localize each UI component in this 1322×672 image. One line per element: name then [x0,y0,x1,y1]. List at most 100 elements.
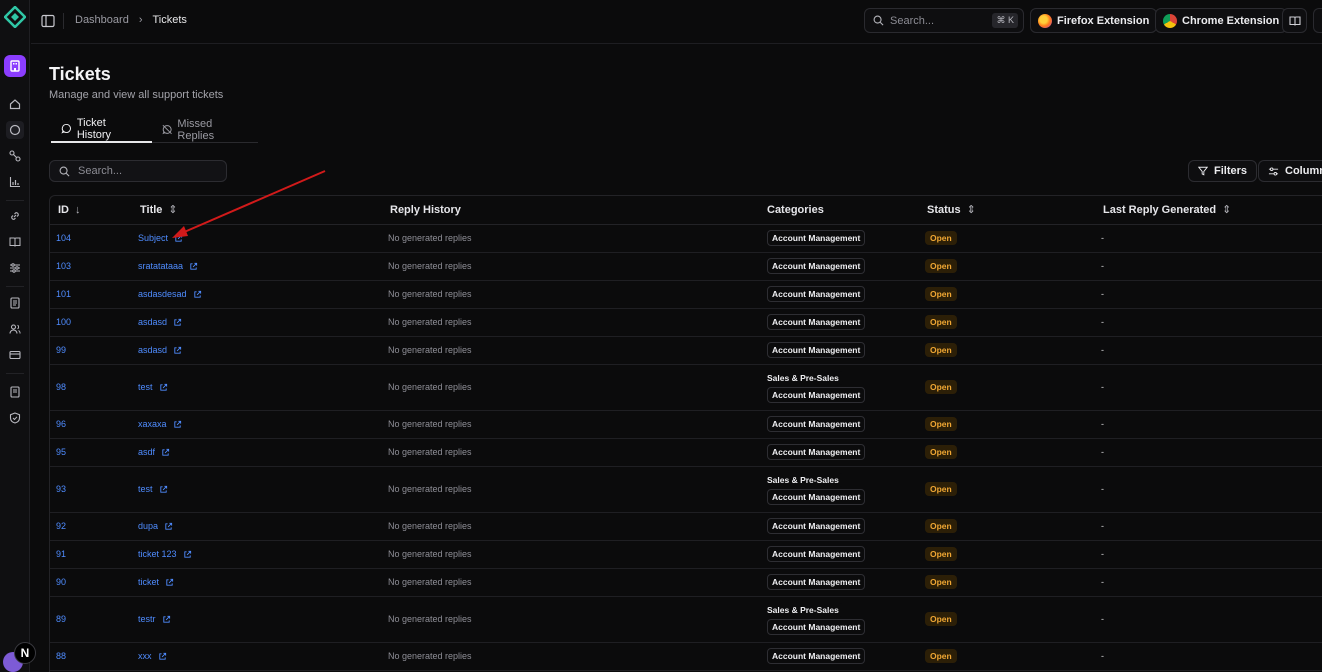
ticket-id-link[interactable]: 89 [56,614,66,624]
table-row[interactable]: 90 ticket No generated replies Account Mana… [50,568,1322,597]
firefox-extension-button[interactable]: Firefox Extension [1030,8,1158,33]
ticket-title-link[interactable]: ticket [138,577,174,587]
ticket-id-link[interactable]: 100 [56,317,71,327]
table-row[interactable]: 100 asdasd No generated replies Account Man… [50,308,1322,337]
app-logo-icon[interactable] [4,6,26,28]
external-link-icon[interactable] [159,383,168,392]
table-row[interactable]: 89 testr No generated replies Sales & Pre-S… [50,596,1322,643]
column-header-title[interactable]: Title ⇕ [132,196,382,225]
ticket-title-link[interactable]: sratatataaa [138,261,198,271]
home-icon[interactable] [6,95,24,113]
external-link-icon[interactable] [183,550,192,559]
column-header-status[interactable]: Status ⇕ [919,196,1095,225]
external-link-icon[interactable] [162,615,171,624]
table-row[interactable]: 91 ticket 123 No generated replies Account … [50,540,1322,569]
sidebar-toggle-icon[interactable] [41,14,55,28]
sort-desc-icon[interactable]: ↓ [75,204,81,216]
ticket-title-text[interactable]: Subject [138,233,168,243]
ticket-id-link[interactable]: 92 [56,521,66,531]
table-row[interactable]: 98 test No generated replies Sales & Pre-Sa… [50,364,1322,411]
table-row[interactable]: 101 asdasdesad No generated replies Account… [50,280,1322,309]
external-link-icon[interactable] [158,652,167,661]
ticket-title-text[interactable]: ticket 123 [138,549,177,559]
ticket-title-link[interactable]: xxx [138,651,167,661]
table-row[interactable]: 93 test No generated replies Sales & Pre-Sa… [50,466,1322,513]
ticket-title-link[interactable]: asdasdesad [138,289,202,299]
logs-icon[interactable] [6,383,24,401]
ticket-id-link[interactable]: 99 [56,345,66,355]
tab-ticket-history[interactable]: Ticket History [51,116,152,143]
ticket-id-link[interactable]: 93 [56,484,66,494]
column-header-last-reply[interactable]: Last Reply Generated ⇕ [1095,196,1322,225]
ticket-title-link[interactable]: ticket 123 [138,549,192,559]
ticket-title-link[interactable]: test [138,382,168,392]
ticket-title-link[interactable]: xaxaxa [138,419,182,429]
table-row[interactable]: 96 xaxaxa No generated replies Account Mana… [50,410,1322,439]
external-link-icon[interactable] [161,448,170,457]
ticket-title-link[interactable]: testr [138,614,171,624]
docs-book-button[interactable] [1282,8,1307,33]
ticket-id-link[interactable]: 91 [56,549,66,559]
ticket-title-text[interactable]: xxx [138,651,152,661]
ticket-title-text[interactable]: asdasd [138,345,167,355]
breadcrumb-dashboard[interactable]: Dashboard [75,14,129,26]
chrome-extension-button[interactable]: Chrome Extension [1155,8,1288,33]
ticket-id-link[interactable]: 96 [56,419,66,429]
table-row[interactable]: 88 xxx No generated replies Account Managem… [50,642,1322,671]
more-menu-button[interactable] [1313,8,1322,33]
shield-icon[interactable] [6,409,24,427]
table-row[interactable]: 92 dupa No generated replies Account Manage… [50,512,1322,541]
ticket-id-link[interactable]: 90 [56,577,66,587]
ticket-title-text[interactable]: asdasdesad [138,289,187,299]
external-link-icon[interactable] [173,346,182,355]
ticket-id-link[interactable]: 95 [56,447,66,457]
external-link-icon[interactable] [165,578,174,587]
filters-button[interactable]: Filters [1188,160,1258,182]
users-icon[interactable] [6,320,24,338]
ticket-title-text[interactable]: test [138,484,153,494]
ticket-id-link[interactable]: 104 [56,233,71,243]
external-link-icon[interactable] [189,262,198,271]
analytics-icon[interactable] [6,173,24,191]
ticket-title-text[interactable]: ticket [138,577,159,587]
external-link-icon[interactable] [173,318,182,327]
external-link-icon[interactable] [193,290,202,299]
external-link-icon[interactable] [174,234,183,243]
external-link-icon[interactable] [164,522,173,531]
ticket-title-link[interactable]: asdasd [138,345,182,355]
table-row[interactable]: 103 sratatataaa No generated replies Accoun… [50,252,1322,281]
knowledge-book-icon[interactable] [6,233,24,251]
table-row[interactable]: 95 asdf No generated replies Account Manage… [50,438,1322,467]
workflow-icon[interactable] [6,147,24,165]
ticket-title-link[interactable]: asdf [138,447,170,457]
ticket-id-link[interactable]: 88 [56,651,66,661]
table-row[interactable]: 104 Subject No generated replies Account Ma… [50,224,1322,253]
ticket-title-link[interactable]: Subject [138,233,183,243]
tickets-chat-icon[interactable] [6,121,24,139]
table-search-input[interactable]: Search... [49,160,227,182]
ticket-title-text[interactable]: sratatataaa [138,261,183,271]
settings-sliders-icon[interactable] [6,259,24,277]
columns-button[interactable]: Column [1258,160,1322,182]
tab-missed-replies[interactable]: Missed Replies [152,116,258,143]
ticket-title-text[interactable]: asdasd [138,317,167,327]
ticket-title-text[interactable]: xaxaxa [138,419,167,429]
ticket-title-link[interactable]: dupa [138,521,173,531]
ticket-id-link[interactable]: 101 [56,289,71,299]
sort-toggle-icon[interactable]: ⇕ [168,203,177,216]
ticket-title-text[interactable]: test [138,382,153,392]
global-search-input[interactable]: Search... ⌘ K [864,8,1024,33]
ticket-title-link[interactable]: test [138,484,168,494]
ticket-title-text[interactable]: dupa [138,521,158,531]
link-icon[interactable] [6,207,24,225]
ticket-id-link[interactable]: 98 [56,382,66,392]
column-header-id[interactable]: ID ↓ [50,196,132,225]
ticket-id-link[interactable]: 103 [56,261,71,271]
external-link-icon[interactable] [159,485,168,494]
sort-toggle-icon[interactable]: ⇕ [1222,203,1231,216]
ticket-title-link[interactable]: asdasd [138,317,182,327]
org-avatar-icon[interactable] [4,55,26,77]
billing-card-icon[interactable] [6,346,24,364]
sort-toggle-icon[interactable]: ⇕ [967,203,976,216]
external-link-icon[interactable] [173,420,182,429]
